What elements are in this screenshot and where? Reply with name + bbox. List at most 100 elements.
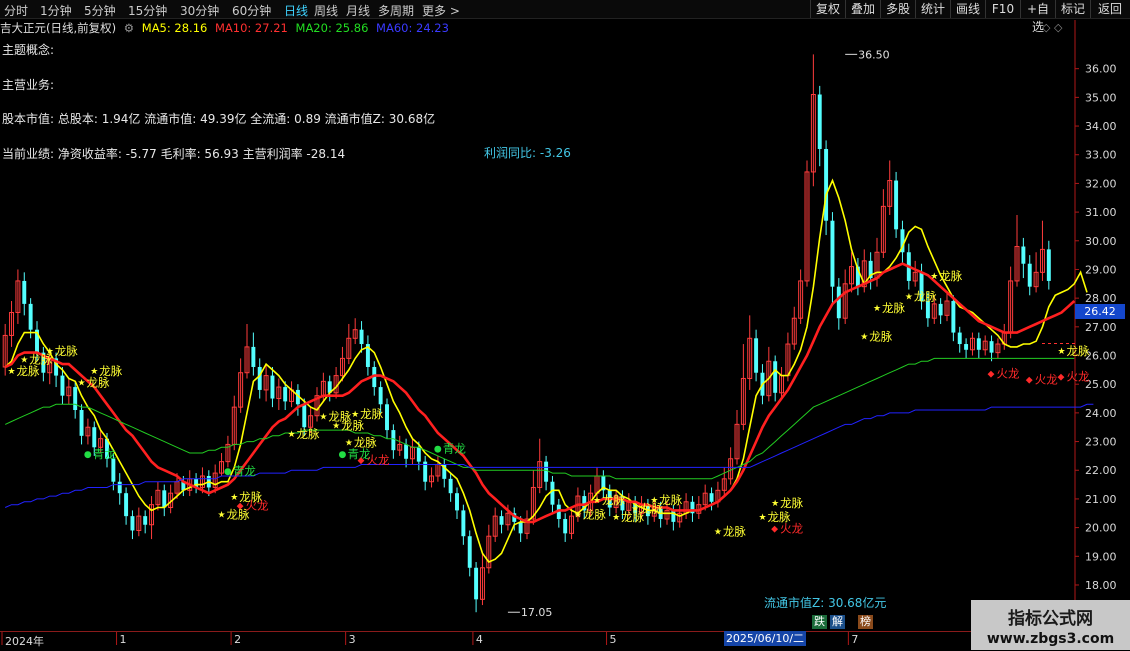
tab-30min[interactable]: 30分钟 bbox=[180, 2, 219, 19]
signal-marker-icon: ★ bbox=[631, 505, 639, 515]
multi-stock-button[interactable]: 多股 bbox=[880, 0, 915, 18]
max-price-label: 36.50 bbox=[858, 48, 890, 61]
candle-body-down bbox=[124, 493, 129, 517]
date-axis-label: 3 bbox=[348, 633, 356, 646]
tab-60min[interactable]: 60分钟 bbox=[232, 2, 271, 19]
kline-chart[interactable]: 17.0018.0019.0020.0021.0022.0023.0024.00… bbox=[0, 0, 1130, 650]
candle-body-down bbox=[671, 510, 676, 522]
signal-marker-icon: ◆ bbox=[771, 525, 778, 535]
ma60-label: MA60: 24.23 bbox=[376, 21, 449, 35]
tab-more[interactable]: 更多 > bbox=[422, 2, 460, 19]
date-axis-label: 7 bbox=[851, 633, 859, 646]
ma5-label: MA5: 28.16 bbox=[141, 21, 208, 35]
signal-marker-icon: ● bbox=[434, 444, 442, 454]
candle-body-down bbox=[474, 567, 479, 600]
signal-marker-label: 龙脉 bbox=[869, 329, 892, 343]
candle-body-down bbox=[1021, 246, 1026, 264]
signal-marker-icon: ● bbox=[84, 450, 92, 460]
candle-body-down bbox=[28, 303, 33, 330]
draw-line-button[interactable]: 画线 bbox=[950, 0, 985, 18]
signal-marker-icon: ★ bbox=[574, 510, 582, 520]
signal-marker-label: 火龙 bbox=[367, 453, 390, 467]
signal-marker-label: 龙脉 bbox=[723, 524, 746, 538]
candle-body-down bbox=[448, 478, 453, 494]
candle-body-down bbox=[111, 458, 116, 482]
restore-button[interactable]: 复权 bbox=[810, 0, 845, 18]
signal-marker-icon: ★ bbox=[319, 413, 327, 423]
period-toolbar: 分时 1分钟 5分钟 15分钟 30分钟 60分钟 日线 周线 月线 多周期 更… bbox=[0, 0, 1130, 34]
signal-marker-label: 火龙 bbox=[997, 367, 1020, 381]
signal-marker-icon: ★ bbox=[771, 499, 779, 509]
date-axis-label: 5 bbox=[609, 633, 617, 646]
signal-marker-label: 龙脉 bbox=[939, 269, 962, 283]
watermark-title: 指标公式网 bbox=[1008, 609, 1093, 629]
signal-marker-label: 青龙 bbox=[93, 447, 116, 461]
candle-body-down bbox=[283, 387, 288, 402]
y-tick-label: 23.00 bbox=[1085, 436, 1117, 449]
signal-marker-label: 龙脉 bbox=[602, 493, 625, 507]
signal-marker-label: 火龙 bbox=[246, 499, 269, 513]
y-tick-label: 18.00 bbox=[1085, 579, 1117, 592]
unlock-button[interactable]: 解 bbox=[830, 615, 845, 629]
y-tick-label: 29.00 bbox=[1085, 263, 1117, 276]
settings-icon[interactable]: ⚙ bbox=[124, 21, 134, 35]
candle-body-down bbox=[416, 447, 421, 462]
y-tick-label: 33.00 bbox=[1085, 149, 1117, 162]
signal-marker-icon: ★ bbox=[612, 513, 620, 523]
y-tick-label: 22.00 bbox=[1085, 464, 1117, 477]
stats-button[interactable]: 统计 bbox=[915, 0, 950, 18]
signal-marker-icon: ◆ bbox=[1026, 375, 1033, 385]
current-price-tag: 26.42 bbox=[1075, 304, 1125, 319]
candle-body-down bbox=[925, 301, 930, 319]
date-axis-label: 2024年 bbox=[5, 635, 44, 648]
watermark-logo: 指标公式网 www.zbgs3.com bbox=[971, 600, 1130, 650]
y-tick-label: 32.00 bbox=[1085, 177, 1117, 190]
candle-body-down bbox=[73, 387, 78, 411]
ma5-line bbox=[4, 178, 1088, 563]
y-tick-label: 36.00 bbox=[1085, 63, 1117, 76]
back-button[interactable]: 返回 bbox=[1090, 0, 1129, 18]
candle-body-down bbox=[359, 329, 364, 345]
candle-body-down bbox=[951, 301, 956, 333]
tab-weekly[interactable]: 周线 bbox=[314, 2, 338, 19]
signal-marker-label: 龙脉 bbox=[1067, 344, 1090, 358]
performance-info: 当前业绩: 净资收益率: -5.77 毛利率: 56.93 主营利润率 -28.… bbox=[2, 147, 346, 161]
tab-fenshi[interactable]: 分时 bbox=[4, 2, 28, 19]
rank-button[interactable]: 榜 bbox=[858, 615, 873, 629]
f10-button[interactable]: F10 bbox=[985, 0, 1020, 18]
signal-marker-label: 龙脉 bbox=[780, 496, 803, 510]
candle-body-down bbox=[391, 430, 396, 451]
diamond-icons[interactable]: ◇ ◇ bbox=[1042, 21, 1062, 34]
candle-body-down bbox=[550, 481, 555, 505]
candle-body-down bbox=[989, 341, 994, 353]
candle-body-down bbox=[499, 516, 504, 525]
tab-daily[interactable]: 日线 bbox=[284, 2, 308, 19]
candle-body-down bbox=[461, 510, 466, 537]
drop-button[interactable]: 跌 bbox=[812, 615, 827, 629]
signal-marker-icon: ◆ bbox=[358, 456, 365, 466]
y-tick-label: 27.00 bbox=[1085, 321, 1117, 334]
candle-body-down bbox=[257, 366, 262, 390]
tab-1min[interactable]: 1分钟 bbox=[40, 2, 72, 19]
signal-marker-label: 青龙 bbox=[443, 441, 466, 455]
y-tick-label: 20.00 bbox=[1085, 522, 1117, 535]
signal-marker-label: 火龙 bbox=[780, 522, 803, 536]
candle-body-down bbox=[251, 346, 256, 367]
tab-monthly[interactable]: 月线 bbox=[346, 2, 370, 19]
candle-body-down bbox=[143, 516, 148, 525]
candle-body-down bbox=[270, 375, 275, 399]
signal-marker-icon: ★ bbox=[593, 496, 601, 506]
overlay-button[interactable]: 叠加 bbox=[845, 0, 880, 18]
signal-marker-icon: ★ bbox=[1058, 347, 1066, 357]
candle-body-down bbox=[378, 387, 383, 405]
tab-multi-period[interactable]: 多周期 bbox=[378, 2, 414, 19]
signal-marker-icon: ★ bbox=[90, 367, 98, 377]
signal-marker-icon: ★ bbox=[873, 304, 881, 314]
tag-button[interactable]: 标记 bbox=[1055, 0, 1090, 18]
tab-15min[interactable]: 15分钟 bbox=[128, 2, 167, 19]
candle-body-down bbox=[518, 521, 523, 534]
tab-5min[interactable]: 5分钟 bbox=[84, 2, 116, 19]
signal-marker-icon: ★ bbox=[351, 410, 359, 420]
watchlist-add-button[interactable]: +自选 bbox=[1020, 0, 1055, 34]
candle-body-down bbox=[709, 493, 714, 502]
